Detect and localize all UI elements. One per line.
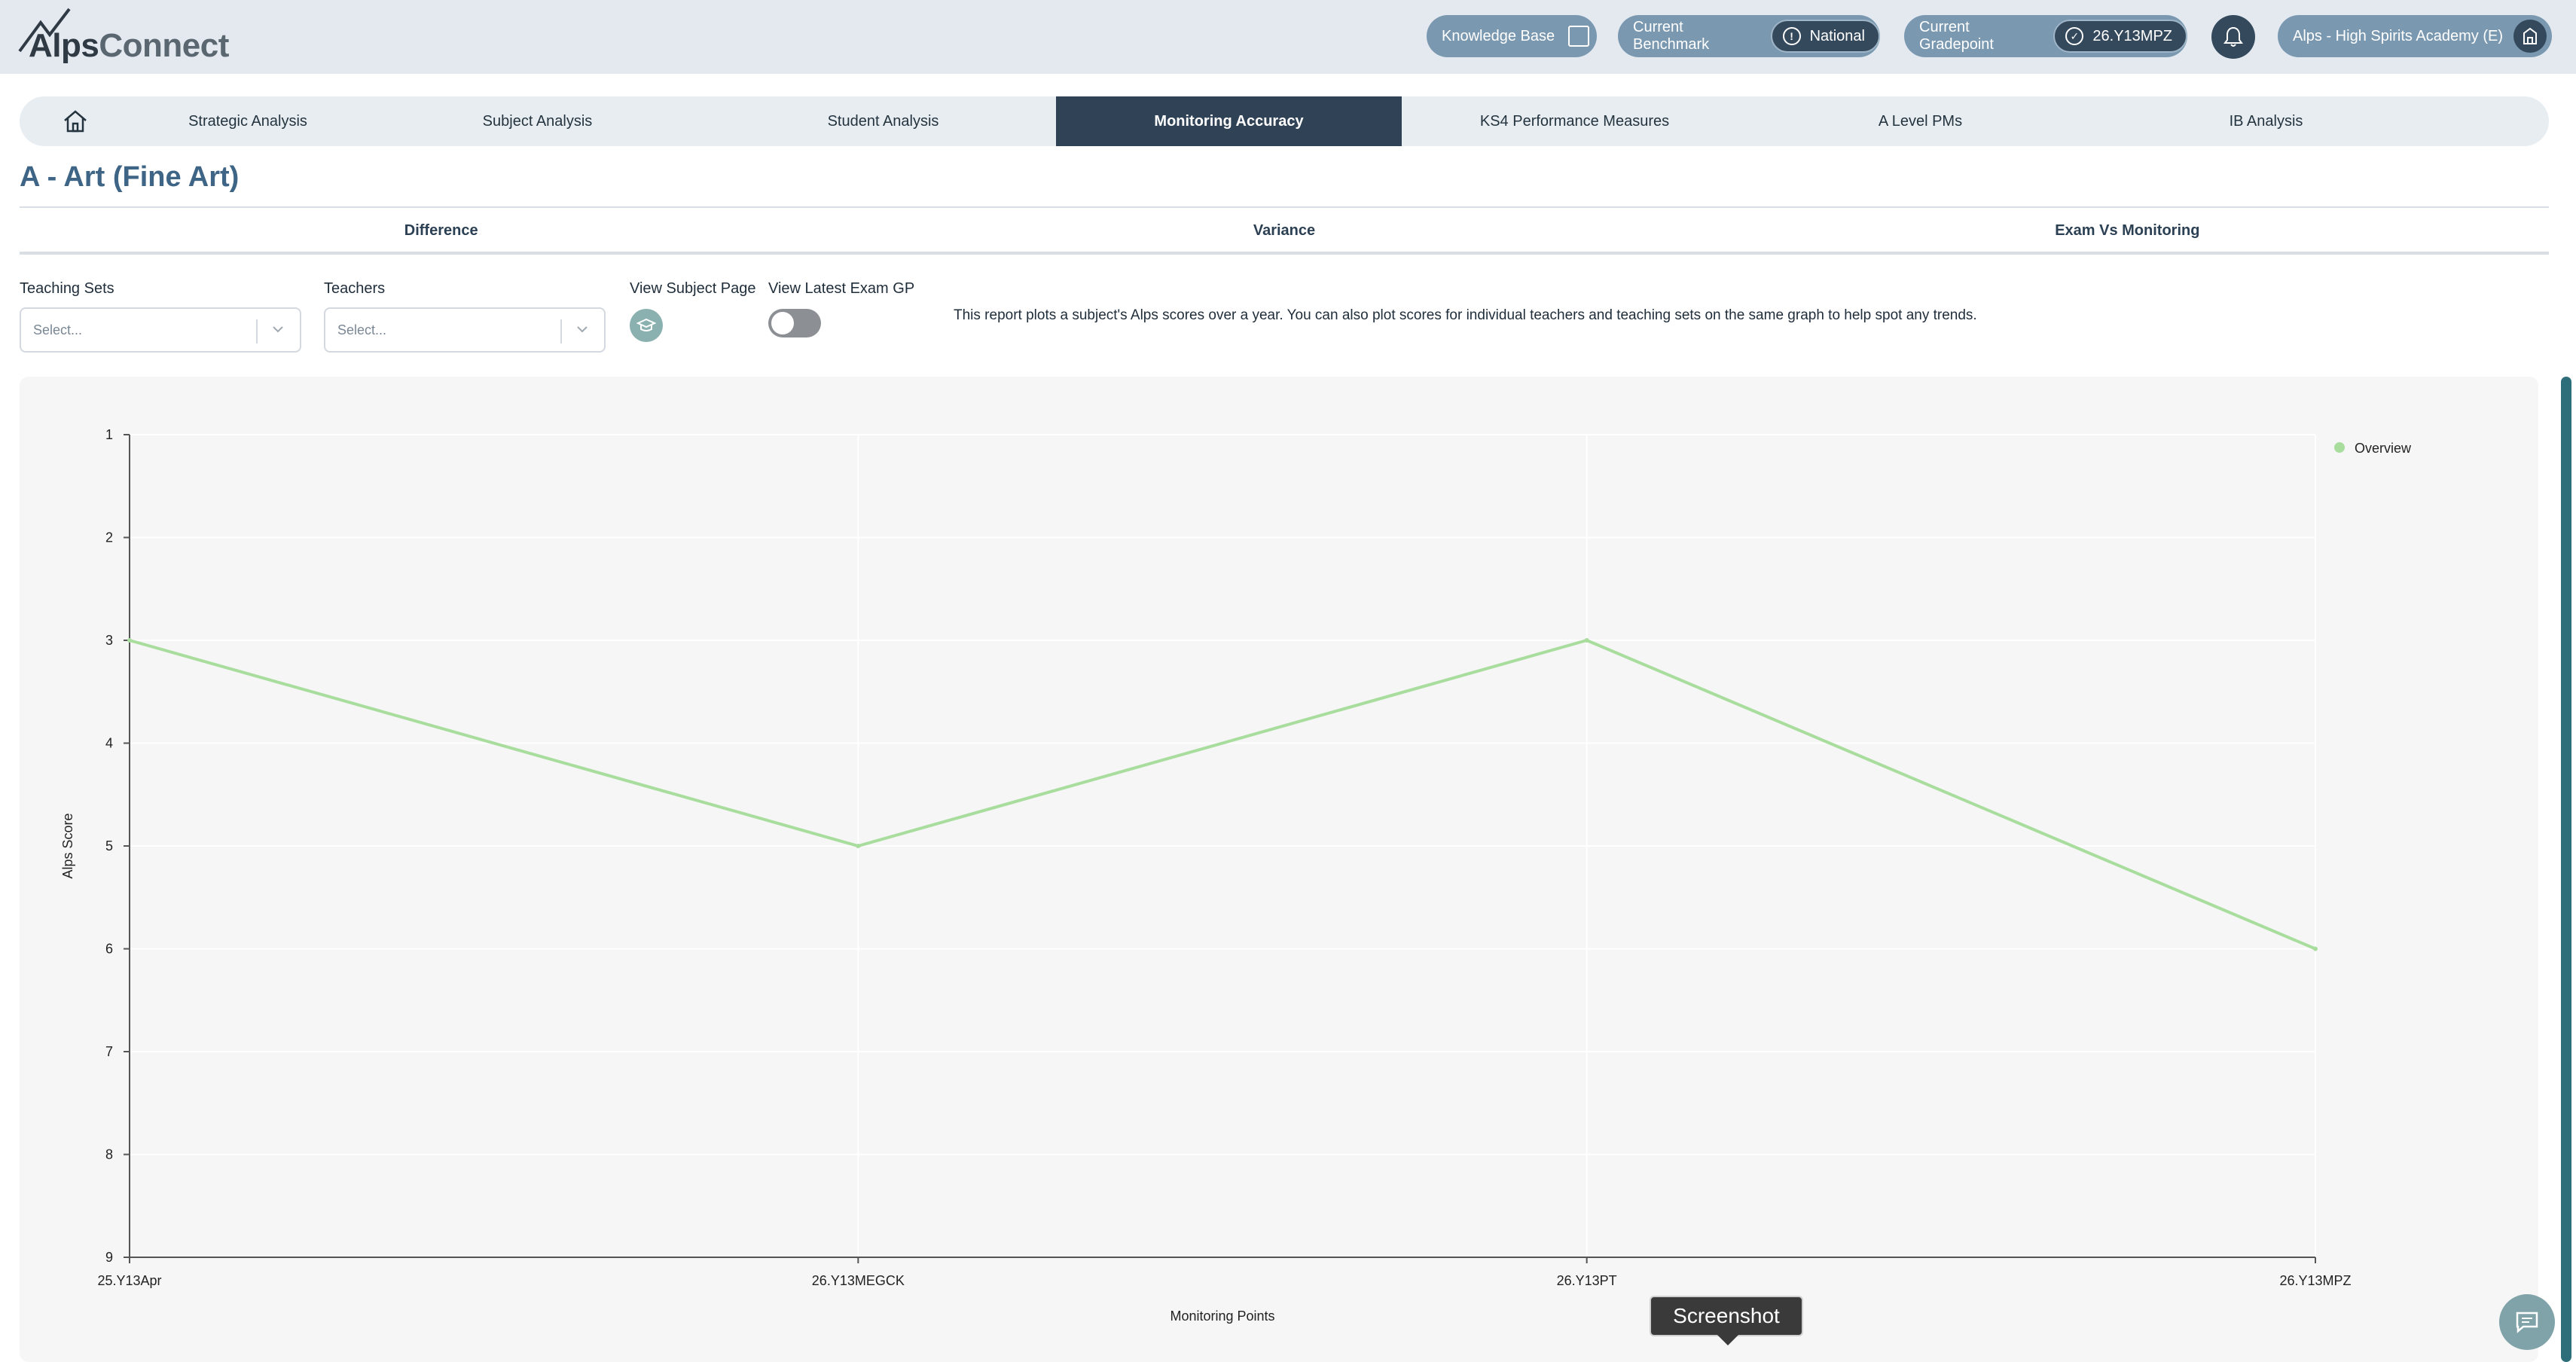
legend-marker <box>2334 442 2345 453</box>
tab-monitoring-accuracy[interactable]: Monitoring Accuracy <box>1056 96 1402 146</box>
x-tick-label: 26.Y13PT <box>1557 1273 1617 1288</box>
graduation-cap-icon <box>636 318 656 331</box>
subtab-exam-vs-monitoring[interactable]: Exam Vs Monitoring <box>1706 211 2549 250</box>
scrollbar[interactable] <box>2561 377 2571 1362</box>
tab-subject-analysis[interactable]: Subject Analysis <box>365 96 710 146</box>
chevron-down-icon <box>577 326 588 333</box>
data-point <box>2313 946 2318 951</box>
tooltip-arrow <box>1717 1335 1738 1345</box>
screenshot-tooltip: Screenshot <box>1650 1296 1803 1336</box>
alps-score-line-chart: 1 2 3 4 5 6 7 8 9 25.Y13Apr 26.Y13MEGCK 26.Y13PT 26.… <box>60 427 2412 1324</box>
school-icon <box>2513 20 2547 53</box>
knowledge-base-label: Knowledge Base <box>1442 27 1555 44</box>
toggle-knob <box>771 312 794 334</box>
teachers-select[interactable]: Select... <box>324 307 606 353</box>
teaching-sets-label: Teaching Sets <box>20 280 114 297</box>
school-name: Alps - High Spirits Academy (E) <box>2293 27 2503 44</box>
x-tick-label: 26.Y13MEGCK <box>812 1273 905 1288</box>
data-point <box>856 844 861 848</box>
x-tick-label: 25.Y13Apr <box>97 1273 161 1288</box>
current-benchmark-selector[interactable]: Current Benchmark ! National <box>1618 15 1880 57</box>
y-tick-label: 6 <box>105 942 113 957</box>
y-axis-label: Alps Score <box>60 813 75 878</box>
y-tick-label: 3 <box>105 633 113 648</box>
subtab-variance[interactable]: Variance <box>862 211 1705 250</box>
divider <box>20 206 2549 208</box>
data-point <box>127 638 132 643</box>
main-nav: Strategic Analysis Subject Analysis Stud… <box>20 96 2549 146</box>
info-icon: ! <box>1782 27 1801 45</box>
bell-icon <box>2223 26 2243 47</box>
top-header: AlpsConnect Knowledge Base Current Bench… <box>0 0 2576 74</box>
school-selector[interactable]: Alps - High Spirits Academy (E) <box>2278 15 2552 57</box>
book-icon <box>1568 26 1590 47</box>
gradepoint-value-badge: ✓ 26.Y13MPZ <box>2053 20 2187 53</box>
knowledge-base-button[interactable]: Knowledge Base <box>1427 15 1597 57</box>
current-gradepoint-selector[interactable]: Current Gradepoint ✓ 26.Y13MPZ <box>1904 15 2187 57</box>
x-axis-label: Monitoring Points <box>1170 1309 1274 1324</box>
select-separator <box>560 319 562 344</box>
y-tick-label: 5 <box>105 838 113 854</box>
y-tick-label: 2 <box>105 530 113 545</box>
report-description: This report plots a subject's Alps score… <box>954 307 1977 323</box>
gradepoint-label: Current Gradepoint <box>1919 19 1994 53</box>
chart-panel: 1 2 3 4 5 6 7 8 9 25.Y13Apr 26.Y13MEGCK 26.Y13PT 26.… <box>20 377 2538 1362</box>
tab-ks4-performance-measures[interactable]: KS4 Performance Measures <box>1402 96 1747 146</box>
logo-text: AlpsConnect <box>29 27 229 64</box>
tab-student-analysis[interactable]: Student Analysis <box>710 96 1056 146</box>
benchmark-value: National <box>1809 27 1865 44</box>
gradepoint-value: 26.Y13MPZ <box>2092 27 2172 44</box>
data-point <box>1584 638 1589 643</box>
x-tick-label: 26.Y13MPZ <box>2279 1273 2351 1288</box>
benchmark-value-badge: ! National <box>1770 20 1880 53</box>
benchmark-label: Current Benchmark <box>1633 19 1710 53</box>
view-latest-exam-gp-toggle[interactable] <box>768 309 821 337</box>
teaching-sets-select[interactable]: Select... <box>20 307 301 353</box>
divider <box>20 252 2549 255</box>
subtab-difference[interactable]: Difference <box>20 211 862 250</box>
tab-a-level-pms[interactable]: A Level PMs <box>1747 96 2093 146</box>
legend-label: Overview <box>2355 441 2412 456</box>
series-line-overview <box>129 638 2316 951</box>
home-icon <box>64 110 87 133</box>
chevron-down-icon <box>273 326 283 333</box>
teaching-sets-placeholder: Select... <box>33 322 83 337</box>
chat-button[interactable] <box>2499 1294 2555 1350</box>
view-latest-exam-gp-label: View Latest Exam GP <box>768 280 915 297</box>
tab-ib-analysis[interactable]: IB Analysis <box>2093 96 2439 146</box>
teachers-placeholder: Select... <box>337 322 387 337</box>
page-title: A - Art (Fine Art) <box>20 161 240 193</box>
select-separator <box>256 319 258 344</box>
subtabs: Difference Variance Exam Vs Monitoring <box>20 211 2549 250</box>
y-tick-label: 1 <box>105 427 113 442</box>
home-tab[interactable] <box>20 96 131 146</box>
alps-connect-logo[interactable]: AlpsConnect <box>18 8 237 68</box>
tab-strategic-analysis[interactable]: Strategic Analysis <box>131 96 365 146</box>
view-subject-page-button[interactable] <box>630 309 663 342</box>
y-tick-label: 7 <box>105 1044 113 1059</box>
view-subject-page-label: View Subject Page <box>630 280 756 297</box>
teachers-label: Teachers <box>324 280 386 297</box>
chat-icon <box>2516 1312 2538 1333</box>
y-tick-label: 9 <box>105 1250 113 1265</box>
y-tick-label: 8 <box>105 1147 113 1162</box>
check-circle-icon: ✓ <box>2065 27 2084 45</box>
y-tick-label: 4 <box>105 736 113 751</box>
notifications-button[interactable] <box>2211 15 2255 59</box>
